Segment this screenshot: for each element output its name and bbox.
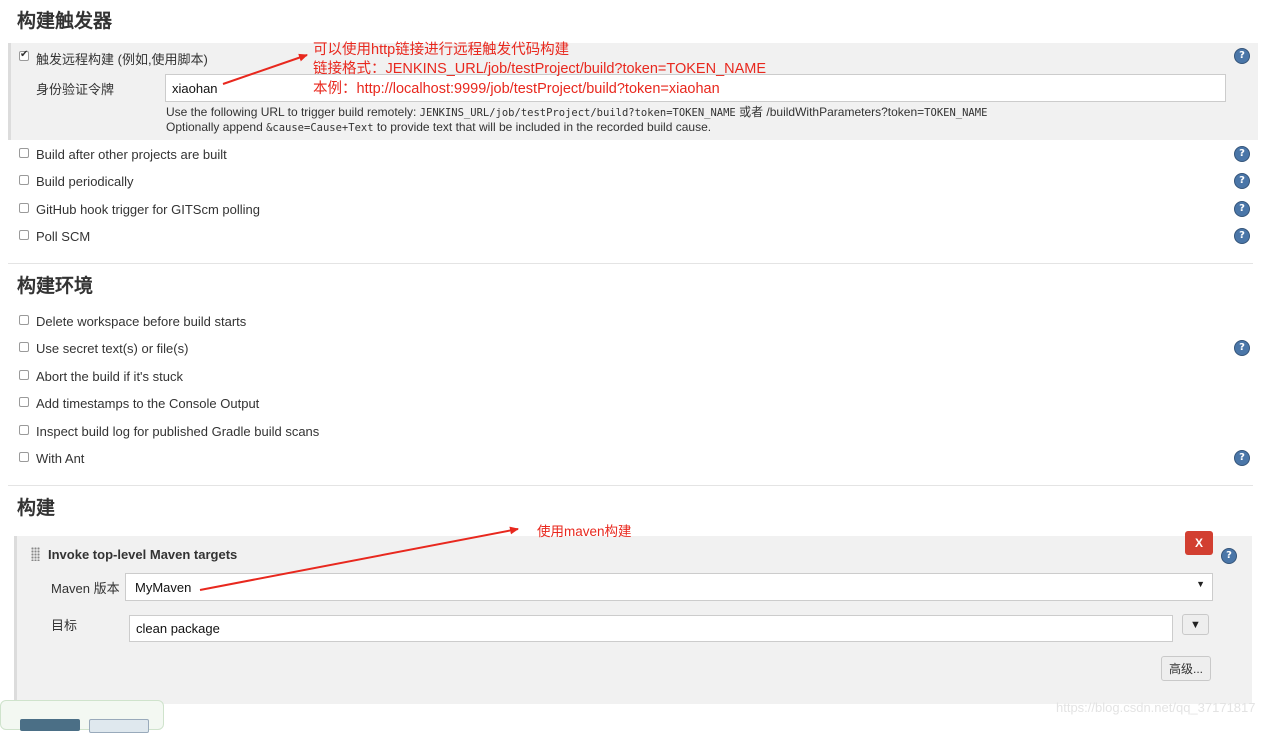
annotation-arrows — [199, 53, 519, 591]
arrow-to-maven — [199, 526, 519, 591]
arrow-to-token — [222, 53, 308, 85]
